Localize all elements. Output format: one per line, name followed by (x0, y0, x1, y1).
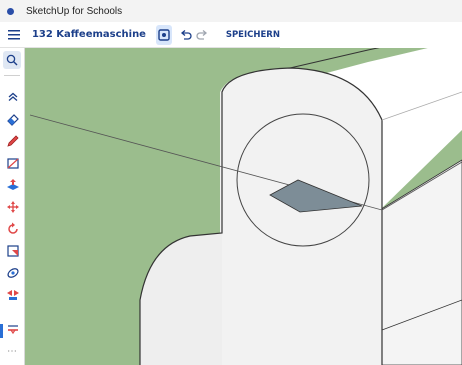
push-pull-icon (6, 178, 19, 190)
scale-tool[interactable] (2, 240, 23, 261)
rectangle-icon (6, 157, 19, 169)
redo-button[interactable] (194, 25, 210, 45)
more-tools-button[interactable]: ⋯ (0, 346, 25, 357)
undo-icon (180, 29, 192, 40)
scene-icon (158, 28, 170, 41)
title-bar: SketchUp for Schools (0, 0, 462, 22)
collapse-icon (8, 92, 17, 101)
eraser-icon (6, 113, 19, 126)
menu-button[interactable] (6, 25, 22, 45)
section-plane-tool[interactable] (2, 318, 23, 339)
move-tool[interactable] (2, 196, 23, 217)
model-name[interactable]: 132 Kaffeemaschine (32, 29, 146, 40)
redo-icon (196, 29, 207, 40)
move-icon (6, 200, 19, 213)
eraser-tool[interactable] (2, 108, 23, 129)
pencil-icon (6, 134, 19, 147)
rotate-tool[interactable] (2, 218, 23, 239)
active-tool-indicator (0, 324, 3, 338)
section-plane-icon (7, 324, 18, 334)
save-button[interactable]: SPEICHERN (226, 30, 280, 40)
model-canvas (0, 48, 462, 365)
tool-separator (4, 75, 20, 76)
top-toolbar: 132 Kaffeemaschine SPEICHERN (0, 22, 280, 48)
search-tool-button[interactable] (3, 51, 21, 69)
flip-icon (6, 289, 19, 300)
orbit-tool[interactable] (2, 262, 23, 283)
scenes-button[interactable] (155, 24, 172, 45)
rectangle-tool[interactable] (2, 152, 23, 173)
flip-tool[interactable] (2, 284, 23, 305)
pencil-tool[interactable] (2, 130, 23, 151)
collapse-tools-button[interactable] (2, 86, 23, 107)
hamburger-icon (7, 29, 20, 39)
tool-palette: ⋯ (0, 48, 25, 365)
search-icon (6, 54, 18, 66)
orbit-icon (6, 267, 19, 278)
sketchup-logo-icon (7, 7, 14, 15)
rotate-icon (7, 222, 18, 234)
window-title: SketchUp for Schools (26, 5, 123, 17)
3d-viewport[interactable] (0, 48, 462, 365)
undo-button[interactable] (178, 25, 194, 45)
push-pull-tool[interactable] (2, 174, 23, 195)
scale-icon (6, 244, 19, 257)
